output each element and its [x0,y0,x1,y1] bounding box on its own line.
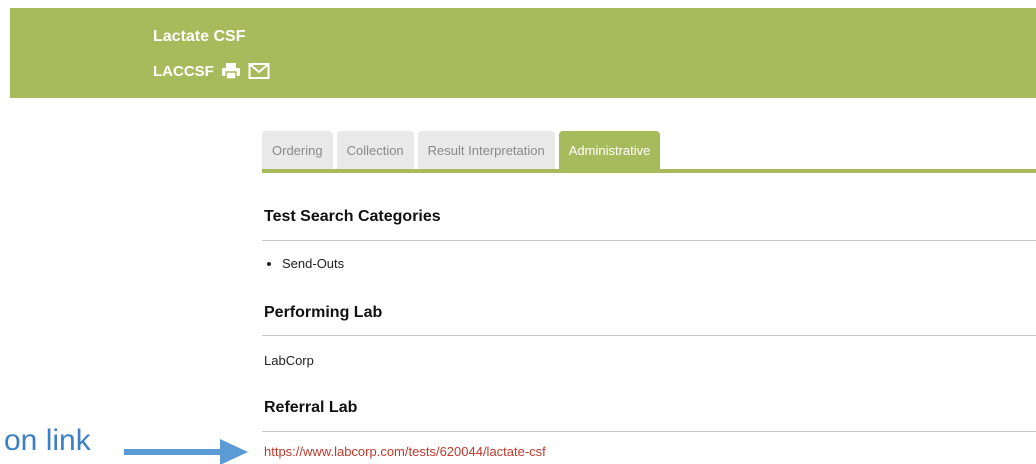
section-heading-referral-lab: Referral Lab [264,399,358,416]
callout-arrow-icon [124,439,248,464]
test-code: LACCSF [153,62,214,80]
page: Lactate CSF LACCSF Ordering Collection R… [0,0,1036,464]
section-divider [262,335,1036,336]
test-search-categories-list: Send-Outs [264,256,344,271]
tab-bar: Ordering Collection Result Interpretatio… [262,131,661,169]
page-header: Lactate CSF LACCSF [10,8,1036,98]
list-item: Send-Outs [282,256,344,271]
performing-lab-value: LabCorp [264,353,314,368]
section-divider [262,431,1036,432]
section-divider [262,240,1036,241]
print-icon[interactable] [220,61,242,81]
tab-ordering[interactable]: Ordering [262,131,333,169]
tab-collection[interactable]: Collection [336,131,414,169]
top-strip [0,0,1036,8]
tab-underline [262,169,1036,173]
page-title: Lactate CSF [153,28,246,45]
envelope-icon[interactable] [248,61,270,81]
section-heading-performing-lab: Performing Lab [264,304,383,321]
tab-result-interpretation[interactable]: Result Interpretation [417,131,555,169]
referral-lab-link[interactable]: https://www.labcorp.com/tests/620044/lac… [264,444,546,459]
section-heading-test-search-categories: Test Search Categories [264,208,441,225]
tab-administrative[interactable]: Administrative [558,131,661,169]
test-code-row: LACCSF [153,61,270,81]
callout-label: on link [4,424,91,457]
